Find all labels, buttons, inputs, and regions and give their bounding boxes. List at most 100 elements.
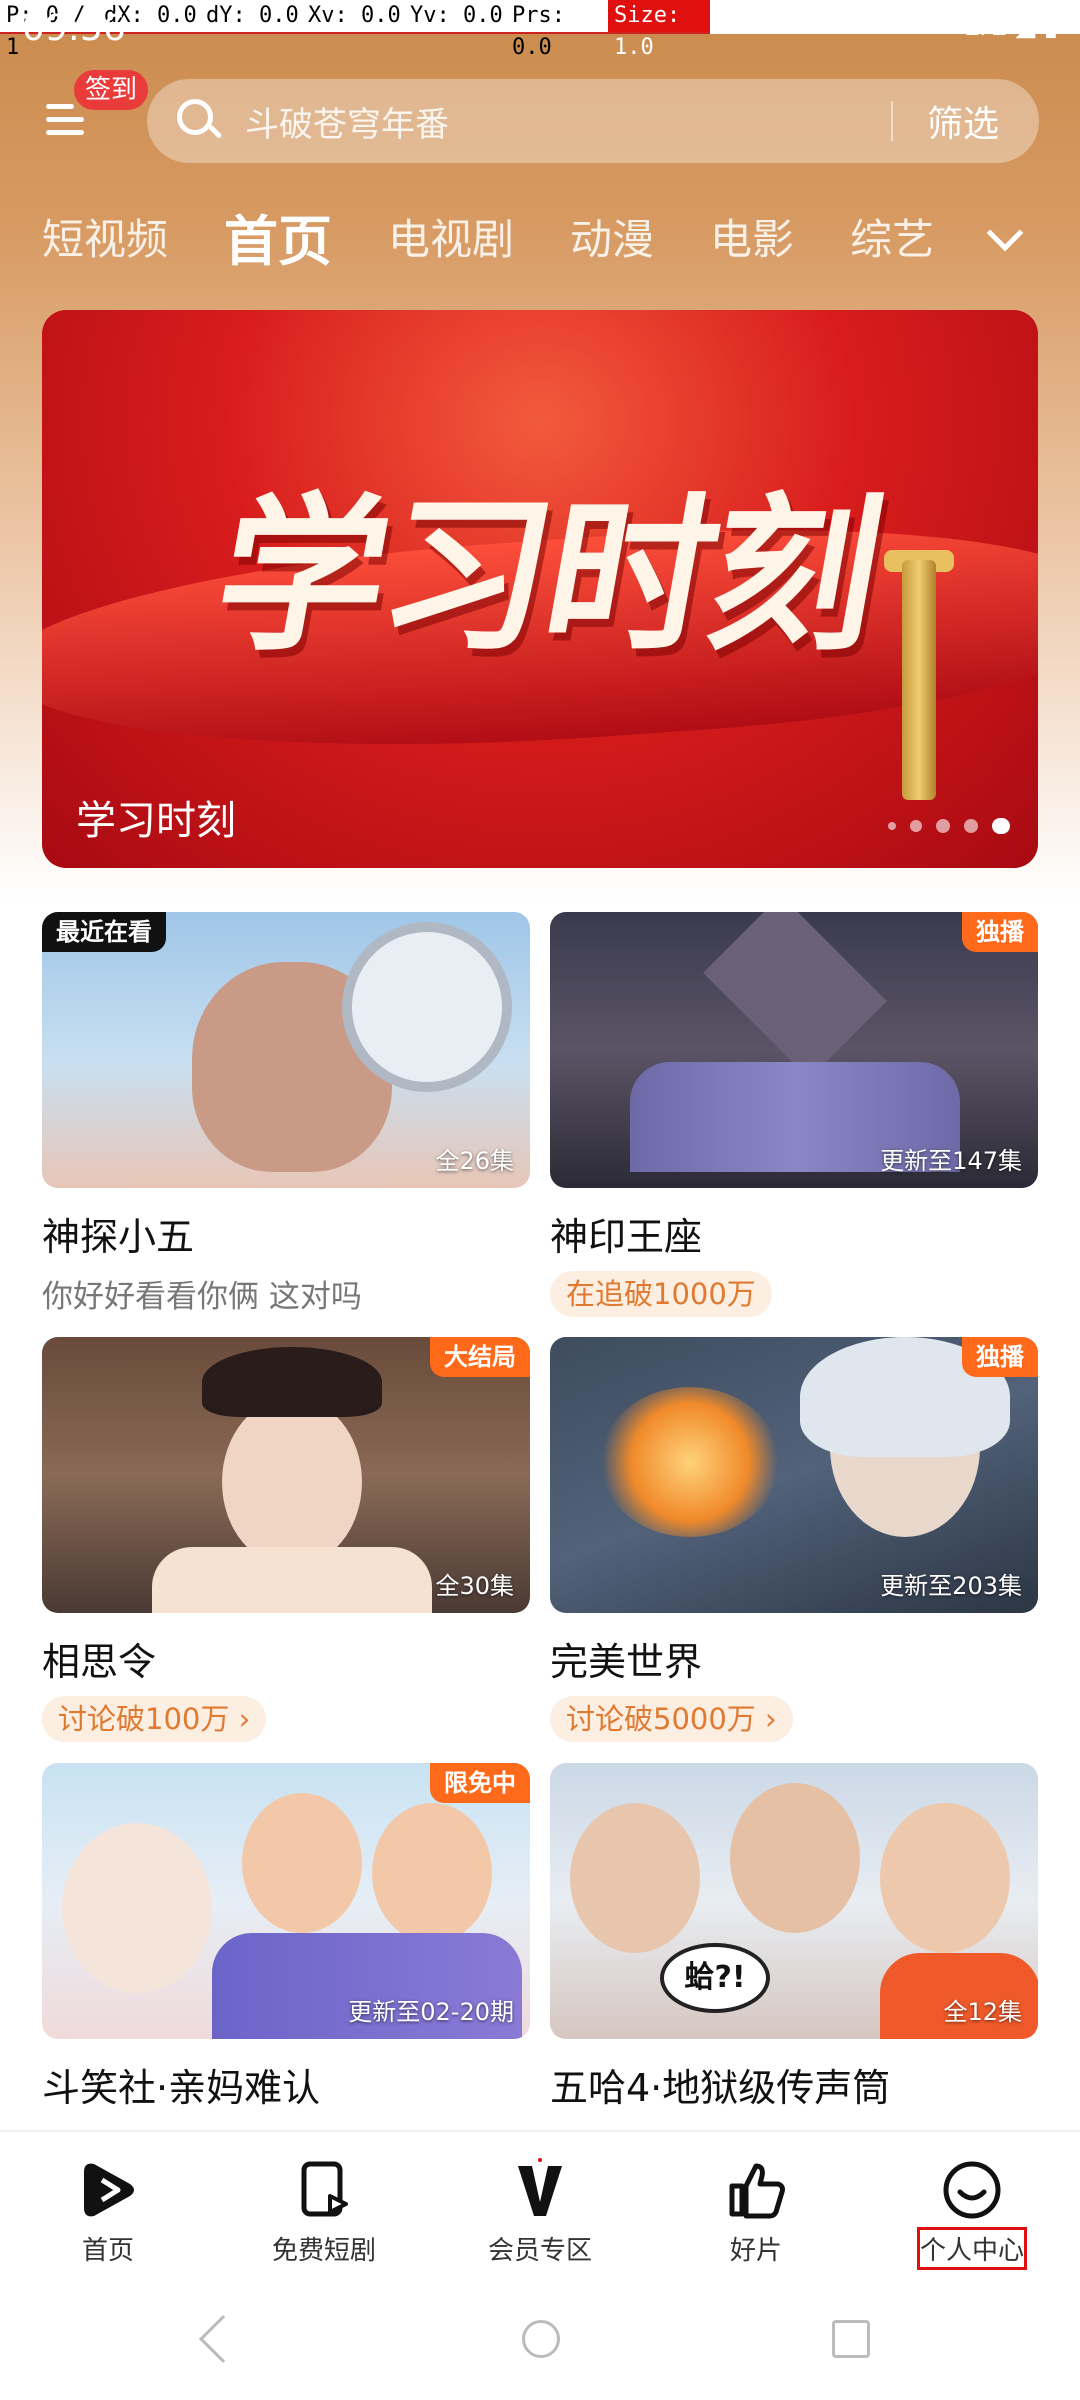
tabs-expand-button[interactable] <box>982 214 1030 256</box>
card-popularity-tag[interactable]: 讨论破100万 › <box>42 1696 267 1742</box>
menu-icon-line <box>46 117 84 122</box>
recent-apps-icon[interactable] <box>832 2320 870 2358</box>
menu-icon <box>46 104 74 109</box>
banner-dot-active <box>992 818 1010 834</box>
tab-movie[interactable]: 电影 <box>710 206 794 267</box>
thumbnail-art <box>703 912 887 1079</box>
card-episodes: 全30集 <box>435 1572 514 1600</box>
search-input[interactable]: 斗破苍穹年番 <box>245 97 891 146</box>
bottom-navigation: 首页 免费短剧 会员专区 好片 个人中心 <box>0 2130 1080 2280</box>
chevron-down-icon <box>986 214 1024 252</box>
card-title: 神印王座 <box>550 1215 703 1259</box>
video-card[interactable]: 限免中 更新至02-20期 斗笑社·亲妈难认 <box>42 1763 530 2112</box>
nav-label: 会员专区 <box>487 2236 592 2266</box>
card-thumbnail: 独播 更新至203集 <box>550 1337 1038 1613</box>
nav-good-films[interactable]: 好片 <box>648 2132 864 2280</box>
card-popularity-tag: 在追破1000万 <box>550 1271 772 1317</box>
video-card[interactable]: 蛤?! 全12集 五哈4·地狱级传声筒 <box>550 1763 1038 2112</box>
smile-face-icon <box>940 2158 1004 2222</box>
sign-in-badge[interactable]: 签到 <box>74 70 148 110</box>
nav-free-short-drama[interactable]: 免费短剧 <box>216 2132 432 2280</box>
thumbnail-art <box>372 1803 492 1943</box>
status-icons: LTE ◢ ▮ <box>964 12 1058 42</box>
banner-pagination <box>874 818 1010 834</box>
thumbnail-art <box>342 922 512 1092</box>
card-thumbnail: 蛤?! 全12集 <box>550 1763 1038 2039</box>
nav-label: 个人中心 <box>916 2227 1028 2270</box>
card-popularity-tag[interactable]: 讨论破5000万 › <box>550 1696 793 1742</box>
thumbnail-art <box>62 1823 212 1993</box>
card-badge: 大结局 <box>430 1337 530 1377</box>
video-card[interactable]: 大结局 全30集 相思令 讨论破100万 › <box>42 1337 530 1742</box>
card-episodes: 更新至02-20期 <box>348 1998 514 2026</box>
thumbnail-art <box>880 1803 1010 1953</box>
tab-short-video[interactable]: 短视频 <box>42 206 168 267</box>
nav-personal-center[interactable]: 个人中心 <box>864 2132 1080 2280</box>
short-drama-icon <box>292 2158 356 2222</box>
card-thumbnail: 独播 更新至147集 <box>550 912 1038 1188</box>
card-episodes: 全26集 <box>435 1147 514 1175</box>
banner-dot <box>964 819 978 833</box>
search-bar[interactable]: 斗破苍穹年番 筛选 <box>147 79 1039 163</box>
thumbnail-art <box>600 1387 780 1537</box>
status-time: 09:56 <box>22 8 126 49</box>
thumbnail-art <box>570 1803 700 1953</box>
banner-dot <box>888 822 896 830</box>
category-tabs: 短视频 首页 电视剧 动漫 电影 综艺 <box>42 198 972 274</box>
search-icon <box>173 95 225 147</box>
card-title: 五哈4·地狱级传声筒 <box>550 2066 891 2110</box>
debug-prs: Prs: 0.0 <box>506 0 608 60</box>
nav-home[interactable]: 首页 <box>0 2132 216 2280</box>
card-badge: 限免中 <box>430 1763 530 1803</box>
tab-home[interactable]: 首页 <box>224 197 332 276</box>
video-card[interactable]: 最近在看 全26集 神探小五 你好好看看你俩 这对吗 <box>42 912 530 1316</box>
menu-icon-line <box>46 130 84 135</box>
card-badge: 最近在看 <box>42 912 166 952</box>
battery-icon: ▮ <box>1043 12 1058 42</box>
card-badge: 独播 <box>962 912 1038 952</box>
tab-anime[interactable]: 动漫 <box>570 206 654 267</box>
vip-v-icon <box>508 2158 572 2222</box>
debug-dy: dY: 0.0 <box>200 0 302 34</box>
banner-dot <box>936 819 950 833</box>
hero-banner[interactable]: 学习时刻 学习时刻 <box>42 310 1038 868</box>
card-thumbnail: 限免中 更新至02-20期 <box>42 1763 530 2039</box>
banner-pillar <box>902 560 936 800</box>
debug-yv: Yv: 0.0 <box>404 0 506 34</box>
card-badge: 独播 <box>962 1337 1038 1377</box>
signal-icon: ◢ <box>1015 12 1036 42</box>
speech-bubble: 蛤?! <box>660 1943 770 2013</box>
tab-variety[interactable]: 综艺 <box>850 206 934 267</box>
card-thumbnail: 最近在看 全26集 <box>42 912 530 1188</box>
card-episodes: 更新至147集 <box>880 1147 1022 1175</box>
pointer-debug-overlay: P: 0 / 1 dX: 0.0 dY: 0.0 Xv: 0.0 Yv: 0.0… <box>0 0 1080 60</box>
video-card[interactable]: 独播 更新至203集 完美世界 讨论破5000万 › <box>550 1337 1038 1742</box>
video-card[interactable]: 独播 更新至147集 神印王座 在追破1000万 <box>550 912 1038 1317</box>
network-type: LTE <box>963 12 1008 42</box>
back-icon[interactable] <box>198 2314 248 2364</box>
thumbs-up-icon <box>724 2158 788 2222</box>
thumbnail-art <box>222 1397 362 1567</box>
thumbnail-art <box>730 1783 860 1933</box>
play-logo-icon <box>76 2158 140 2222</box>
filter-button[interactable]: 筛选 <box>893 95 1039 147</box>
thumbnail-art <box>152 1547 432 1613</box>
thumbnail-art <box>242 1793 362 1933</box>
card-episodes: 更新至203集 <box>880 1572 1022 1600</box>
tab-tv-series[interactable]: 电视剧 <box>388 206 514 267</box>
card-episodes: 全12集 <box>943 1998 1022 2026</box>
card-title: 神探小五 <box>42 1215 195 1259</box>
card-subtitle: 你好好看看你俩 这对吗 <box>42 1279 362 1315</box>
nav-label: 首页 <box>81 2236 134 2266</box>
thumbnail-art <box>202 1347 382 1417</box>
nav-vip-zone[interactable]: 会员专区 <box>432 2132 648 2280</box>
home-icon[interactable] <box>522 2320 560 2358</box>
nav-label: 免费短剧 <box>271 2236 376 2266</box>
debug-size: Size: 1.0 <box>608 0 710 60</box>
debug-xv: Xv: 0.0 <box>302 0 404 34</box>
banner-hero-text: 学习时刻 <box>202 476 894 674</box>
card-title: 完美世界 <box>550 1640 703 1684</box>
card-title: 相思令 <box>42 1640 157 1684</box>
system-navigation-bar <box>0 2280 1080 2400</box>
card-title: 斗笑社·亲妈难认 <box>42 2066 321 2110</box>
